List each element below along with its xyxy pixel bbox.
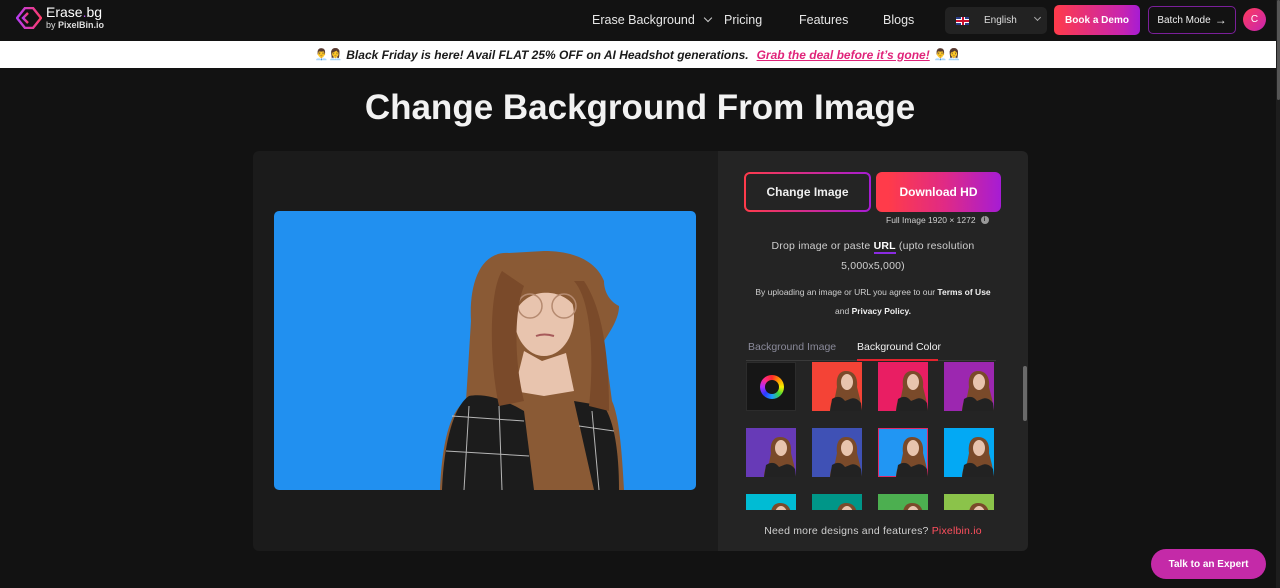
chevron-down-icon: [1033, 13, 1041, 22]
terms-notice: By uploading an image or URL you agree t…: [755, 287, 991, 316]
color-swatch[interactable]: [812, 428, 862, 477]
person-cutout-image: [440, 251, 624, 490]
arrow-right-icon: →: [1214, 13, 1227, 27]
info-icon[interactable]: i: [980, 216, 989, 224]
promo-deal-link[interactable]: Grab the deal before it’s gone!: [757, 48, 930, 62]
full-image-resolution: Full Image 1920 × 1272 i: [886, 215, 989, 225]
person-thumbnail-icon: [771, 503, 791, 510]
person-thumbnail-icon: [962, 371, 994, 411]
tab-background-image[interactable]: Background Image: [748, 341, 836, 353]
color-swatch[interactable]: [812, 362, 862, 411]
active-tab-indicator: [857, 359, 938, 361]
promo-banner: 👨‍💼👩‍💼 Black Friday is here! Avail FLAT …: [0, 41, 1276, 68]
person-thumbnail-icon: [962, 437, 994, 477]
nav-erase-background[interactable]: Erase Background: [592, 13, 713, 27]
nav-features[interactable]: Features: [799, 13, 848, 27]
promo-text: Black Friday is here! Avail FLAT 25% OFF…: [346, 47, 749, 62]
color-picker-swatch[interactable]: [746, 362, 796, 411]
color-swatch[interactable]: [878, 494, 928, 510]
color-swatch[interactable]: [812, 494, 862, 510]
more-designs-text: Need more designs and features? Pixelbin…: [764, 525, 982, 537]
erase-bg-logo-icon: [16, 6, 42, 29]
pixelbin-link[interactable]: Pixelbin.io: [932, 525, 982, 537]
book-demo-button[interactable]: Book a Demo: [1054, 5, 1140, 35]
background-tabs: Background Image Background Color: [746, 339, 996, 361]
change-image-button[interactable]: Change Image: [744, 172, 871, 212]
person-thumbnail-icon: [837, 503, 857, 510]
person-thumbnail-icon: [969, 503, 989, 510]
logo[interactable]: Erase.bg by PixelBin.io: [16, 5, 104, 30]
person-thumbnail-icon: [896, 371, 928, 411]
color-swatch[interactable]: [878, 428, 928, 477]
person-thumbnail-icon: [830, 437, 862, 477]
person-thumbnail-icon: [896, 437, 928, 477]
swatches-scrollbar-thumb[interactable]: [1023, 366, 1027, 421]
tab-background-color[interactable]: Background Color: [857, 341, 941, 353]
color-swatch[interactable]: [944, 494, 994, 510]
background-color-swatches: [746, 362, 1022, 510]
people-emoji-icon: 👨‍💼👩‍💼: [933, 49, 962, 61]
logo-subtitle: by PixelBin.io: [46, 20, 105, 30]
talk-to-expert-button[interactable]: Talk to an Expert: [1151, 549, 1266, 579]
image-preview-panel: [253, 151, 718, 551]
full-image-label: Full Image 1920 × 1272: [886, 215, 976, 225]
language-selector[interactable]: English: [945, 7, 1047, 34]
people-emoji-icon: 👨‍💼👩‍💼: [314, 49, 343, 61]
page-title: Change Background From Image: [364, 88, 916, 127]
person-thumbnail-icon: [764, 437, 796, 477]
result-image-preview: [274, 211, 696, 490]
logo-title: Erase.bg: [46, 4, 103, 20]
batch-mode-button[interactable]: Batch Mode →: [1148, 6, 1236, 34]
color-swatch[interactable]: [746, 428, 796, 477]
color-swatch[interactable]: [944, 428, 994, 477]
user-avatar[interactable]: C: [1243, 8, 1266, 31]
person-thumbnail-icon: [903, 503, 923, 510]
privacy-policy-link[interactable]: Privacy Policy.: [852, 306, 911, 316]
drop-instructions: Drop image or paste URL (upto resolution…: [771, 240, 975, 272]
change-image-label: Change Image: [746, 174, 869, 210]
nav-blogs[interactable]: Blogs: [883, 13, 914, 27]
download-hd-button[interactable]: Download HD: [876, 172, 1001, 212]
person-thumbnail-icon: [830, 371, 862, 411]
language-label: English: [984, 15, 1017, 26]
terms-of-use-link[interactable]: Terms of Use: [937, 287, 990, 297]
nav-pricing[interactable]: Pricing: [724, 13, 762, 27]
color-swatch[interactable]: [746, 494, 796, 510]
batch-mode-label: Batch Mode: [1157, 14, 1211, 26]
top-navbar: Erase.bg by PixelBin.io Erase Background…: [0, 0, 1280, 41]
color-wheel-icon: [760, 375, 784, 399]
uk-flag-icon: [956, 16, 969, 25]
paste-url-link[interactable]: URL: [873, 240, 896, 254]
editor-controls-panel: Change Image Download HD Full Image 1920…: [718, 151, 1028, 551]
color-swatch[interactable]: [878, 362, 928, 411]
chevron-down-icon: [703, 13, 713, 23]
color-swatch[interactable]: [944, 362, 994, 411]
